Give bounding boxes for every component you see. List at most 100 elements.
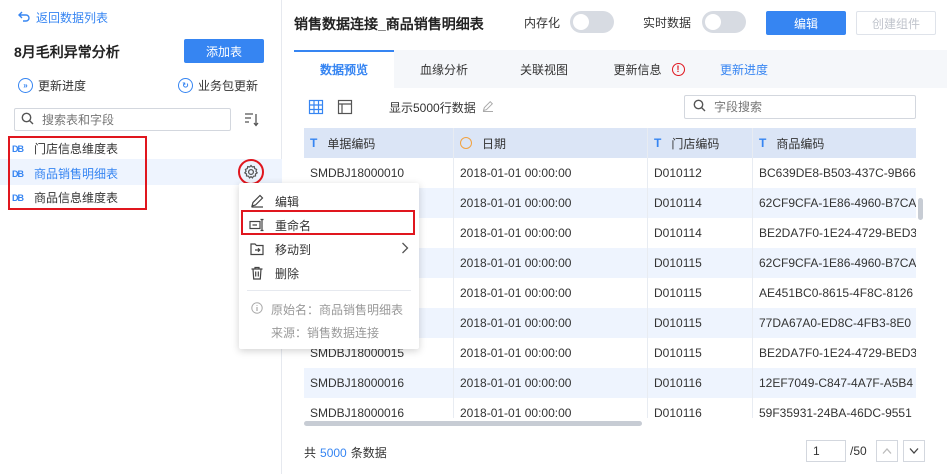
pencil-icon	[482, 100, 494, 115]
clock-icon	[460, 137, 472, 149]
create-component-button[interactable]: 创建组件	[856, 11, 936, 35]
column-header-document-code[interactable]: T 单据编码	[304, 128, 454, 158]
cell-product-code: AE451BC0-8615-4F8C-8126	[759, 286, 914, 300]
cell-date: 2018-01-01 00:00:00	[454, 278, 648, 308]
text-type-icon: T	[310, 136, 318, 150]
add-table-button[interactable]: 添加表	[184, 39, 264, 63]
menu-item-delete-label: 删除	[275, 266, 300, 281]
total-suffix: 条数据	[350, 446, 387, 460]
cell-store-code: D010115	[648, 278, 753, 308]
menu-item-move-label: 移动到	[275, 242, 312, 257]
tab-bar: 数据预览 血缘分析 关联视图 更新信息 ! 更新进度	[294, 50, 947, 88]
warning-icon: !	[671, 62, 685, 76]
page-number-input[interactable]	[806, 440, 846, 462]
menu-item-edit[interactable]: 编辑	[249, 190, 409, 212]
cell-product-code: BC639DE8-B503-437C-9B66	[759, 166, 916, 180]
horizontal-scrollbar[interactable]	[304, 421, 642, 426]
tab-label: 数据预览	[319, 62, 368, 77]
business-update-button[interactable]: ↻ 业务包更新	[178, 77, 258, 94]
cell-store-code: D010115	[648, 308, 753, 338]
menu-item-delete[interactable]: 删除	[249, 262, 409, 284]
vertical-scrollbar[interactable]	[918, 198, 923, 220]
text-type-icon: T	[654, 136, 662, 150]
edit-button[interactable]: 编辑	[766, 11, 846, 35]
cell-product-code: 62CF9CFA-1E86-4960-B7CA	[759, 256, 916, 270]
cell-date: 2018-01-01 00:00:00	[454, 368, 648, 398]
total-count: 共 5000 条数据	[304, 444, 387, 461]
table-context-menu: 编辑 重命名 移动到 删除 原始名：商品销售明细表 来源：销售数据连接	[239, 183, 419, 349]
column-header-product-code[interactable]: T 商品编码	[753, 128, 916, 158]
column-header-label: 日期	[482, 136, 507, 151]
column-header-label: 单据编码	[327, 136, 376, 151]
cell-store-code: D010116	[648, 398, 753, 418]
table-search-box[interactable]	[14, 108, 231, 131]
source-info: 来源：销售数据连接	[271, 324, 379, 341]
panel-view-icon[interactable]	[337, 99, 353, 115]
cell-store-code: D010114	[648, 188, 753, 218]
original-name-info: 原始名：商品销售明细表	[251, 301, 403, 318]
field-search-box[interactable]	[684, 95, 916, 119]
cell-product-code: BE2DA7F0-1E24-4729-BED3	[759, 346, 916, 360]
source-text: 来源：销售数据连接	[271, 326, 380, 340]
total-count-value: 5000	[320, 446, 347, 460]
cell-product-code: BE2DA7F0-1E24-4729-BED3	[759, 226, 916, 240]
search-icon	[21, 112, 34, 128]
total-prefix: 共	[304, 446, 317, 460]
tab-update-info[interactable]: 更新信息 !	[594, 50, 704, 88]
cell-date: 2018-01-01 00:00:00	[454, 248, 648, 278]
menu-item-move-to[interactable]: 移动到	[249, 238, 409, 260]
menu-divider	[247, 290, 411, 291]
total-pages: /50	[850, 444, 867, 458]
business-update-label: 业务包更新	[198, 79, 259, 93]
cell-product-code: 59F35931-24BA-46DC-9551	[759, 406, 912, 418]
project-title: 8月毛利异常分析	[14, 44, 120, 60]
table-search-input[interactable]	[42, 112, 212, 127]
cell-document-code: SMDBJ18000016	[304, 368, 454, 398]
back-arrow-icon	[18, 10, 30, 25]
cell-store-code: D010114	[648, 218, 753, 248]
realtime-toggle[interactable]	[702, 11, 746, 33]
back-to-data-list-link[interactable]: 返回数据列表	[18, 9, 108, 26]
cell-date: 2018-01-01 00:00:00	[454, 158, 648, 188]
page-title: 销售数据连接_商品销售明细表	[294, 16, 484, 32]
column-header-label: 门店编码	[671, 136, 720, 151]
in-memory-label: 内存化	[524, 16, 561, 30]
chevron-up-icon	[882, 448, 892, 454]
cell-store-code: D010116	[648, 368, 753, 398]
cell-store-code: D010115	[648, 248, 753, 278]
sort-button[interactable]	[243, 110, 263, 130]
table-settings-button[interactable]	[238, 159, 264, 185]
cell-product-code: 62CF9CFA-1E86-4960-B7CA	[759, 196, 916, 210]
cell-date: 2018-01-01 00:00:00	[454, 398, 648, 418]
update-progress-button[interactable]: » 更新进度	[18, 77, 86, 94]
table-row: SMDBJ18000016 2018-01-01 00:00:00 D01011…	[304, 398, 916, 418]
sort-icon	[245, 113, 259, 127]
show-rows-control[interactable]: 显示5000行数据	[389, 99, 494, 116]
column-header-label: 商品编码	[776, 136, 825, 151]
grid-view-icon[interactable]	[308, 99, 324, 115]
next-page-button[interactable]	[903, 440, 925, 462]
move-folder-icon	[249, 242, 265, 256]
tab-label: 血缘分析	[419, 62, 468, 77]
table-header-row: T 单据编码 日期 T 门店编码 T 商品编码	[304, 128, 916, 158]
tab-update-progress[interactable]: 更新进度	[704, 50, 784, 88]
column-header-date[interactable]: 日期	[454, 128, 648, 158]
trash-icon	[249, 266, 265, 280]
field-search-input[interactable]	[714, 100, 904, 114]
cell-product-code: 12EF7049-C847-4A7F-A5B4	[759, 376, 914, 390]
gear-icon	[243, 164, 259, 179]
rename-highlight-box	[241, 210, 415, 235]
search-icon	[693, 99, 706, 115]
previous-page-button[interactable]	[876, 440, 898, 462]
column-header-store-code[interactable]: T 门店编码	[648, 128, 753, 158]
info-icon	[251, 302, 263, 317]
cell-document-code: SMDBJ18000016	[304, 398, 454, 418]
in-memory-toggle[interactable]	[570, 11, 614, 33]
tab-label: 更新信息	[613, 62, 662, 77]
tab-data-preview[interactable]: 数据预览	[294, 50, 394, 88]
tab-related-view[interactable]: 关联视图	[494, 50, 594, 88]
cell-store-code: D010112	[648, 158, 753, 188]
back-link-label: 返回数据列表	[36, 11, 109, 25]
tab-lineage[interactable]: 血缘分析	[394, 50, 494, 88]
cell-product-code: 77DA67A0-ED8C-4FB3-8E0	[759, 316, 912, 330]
